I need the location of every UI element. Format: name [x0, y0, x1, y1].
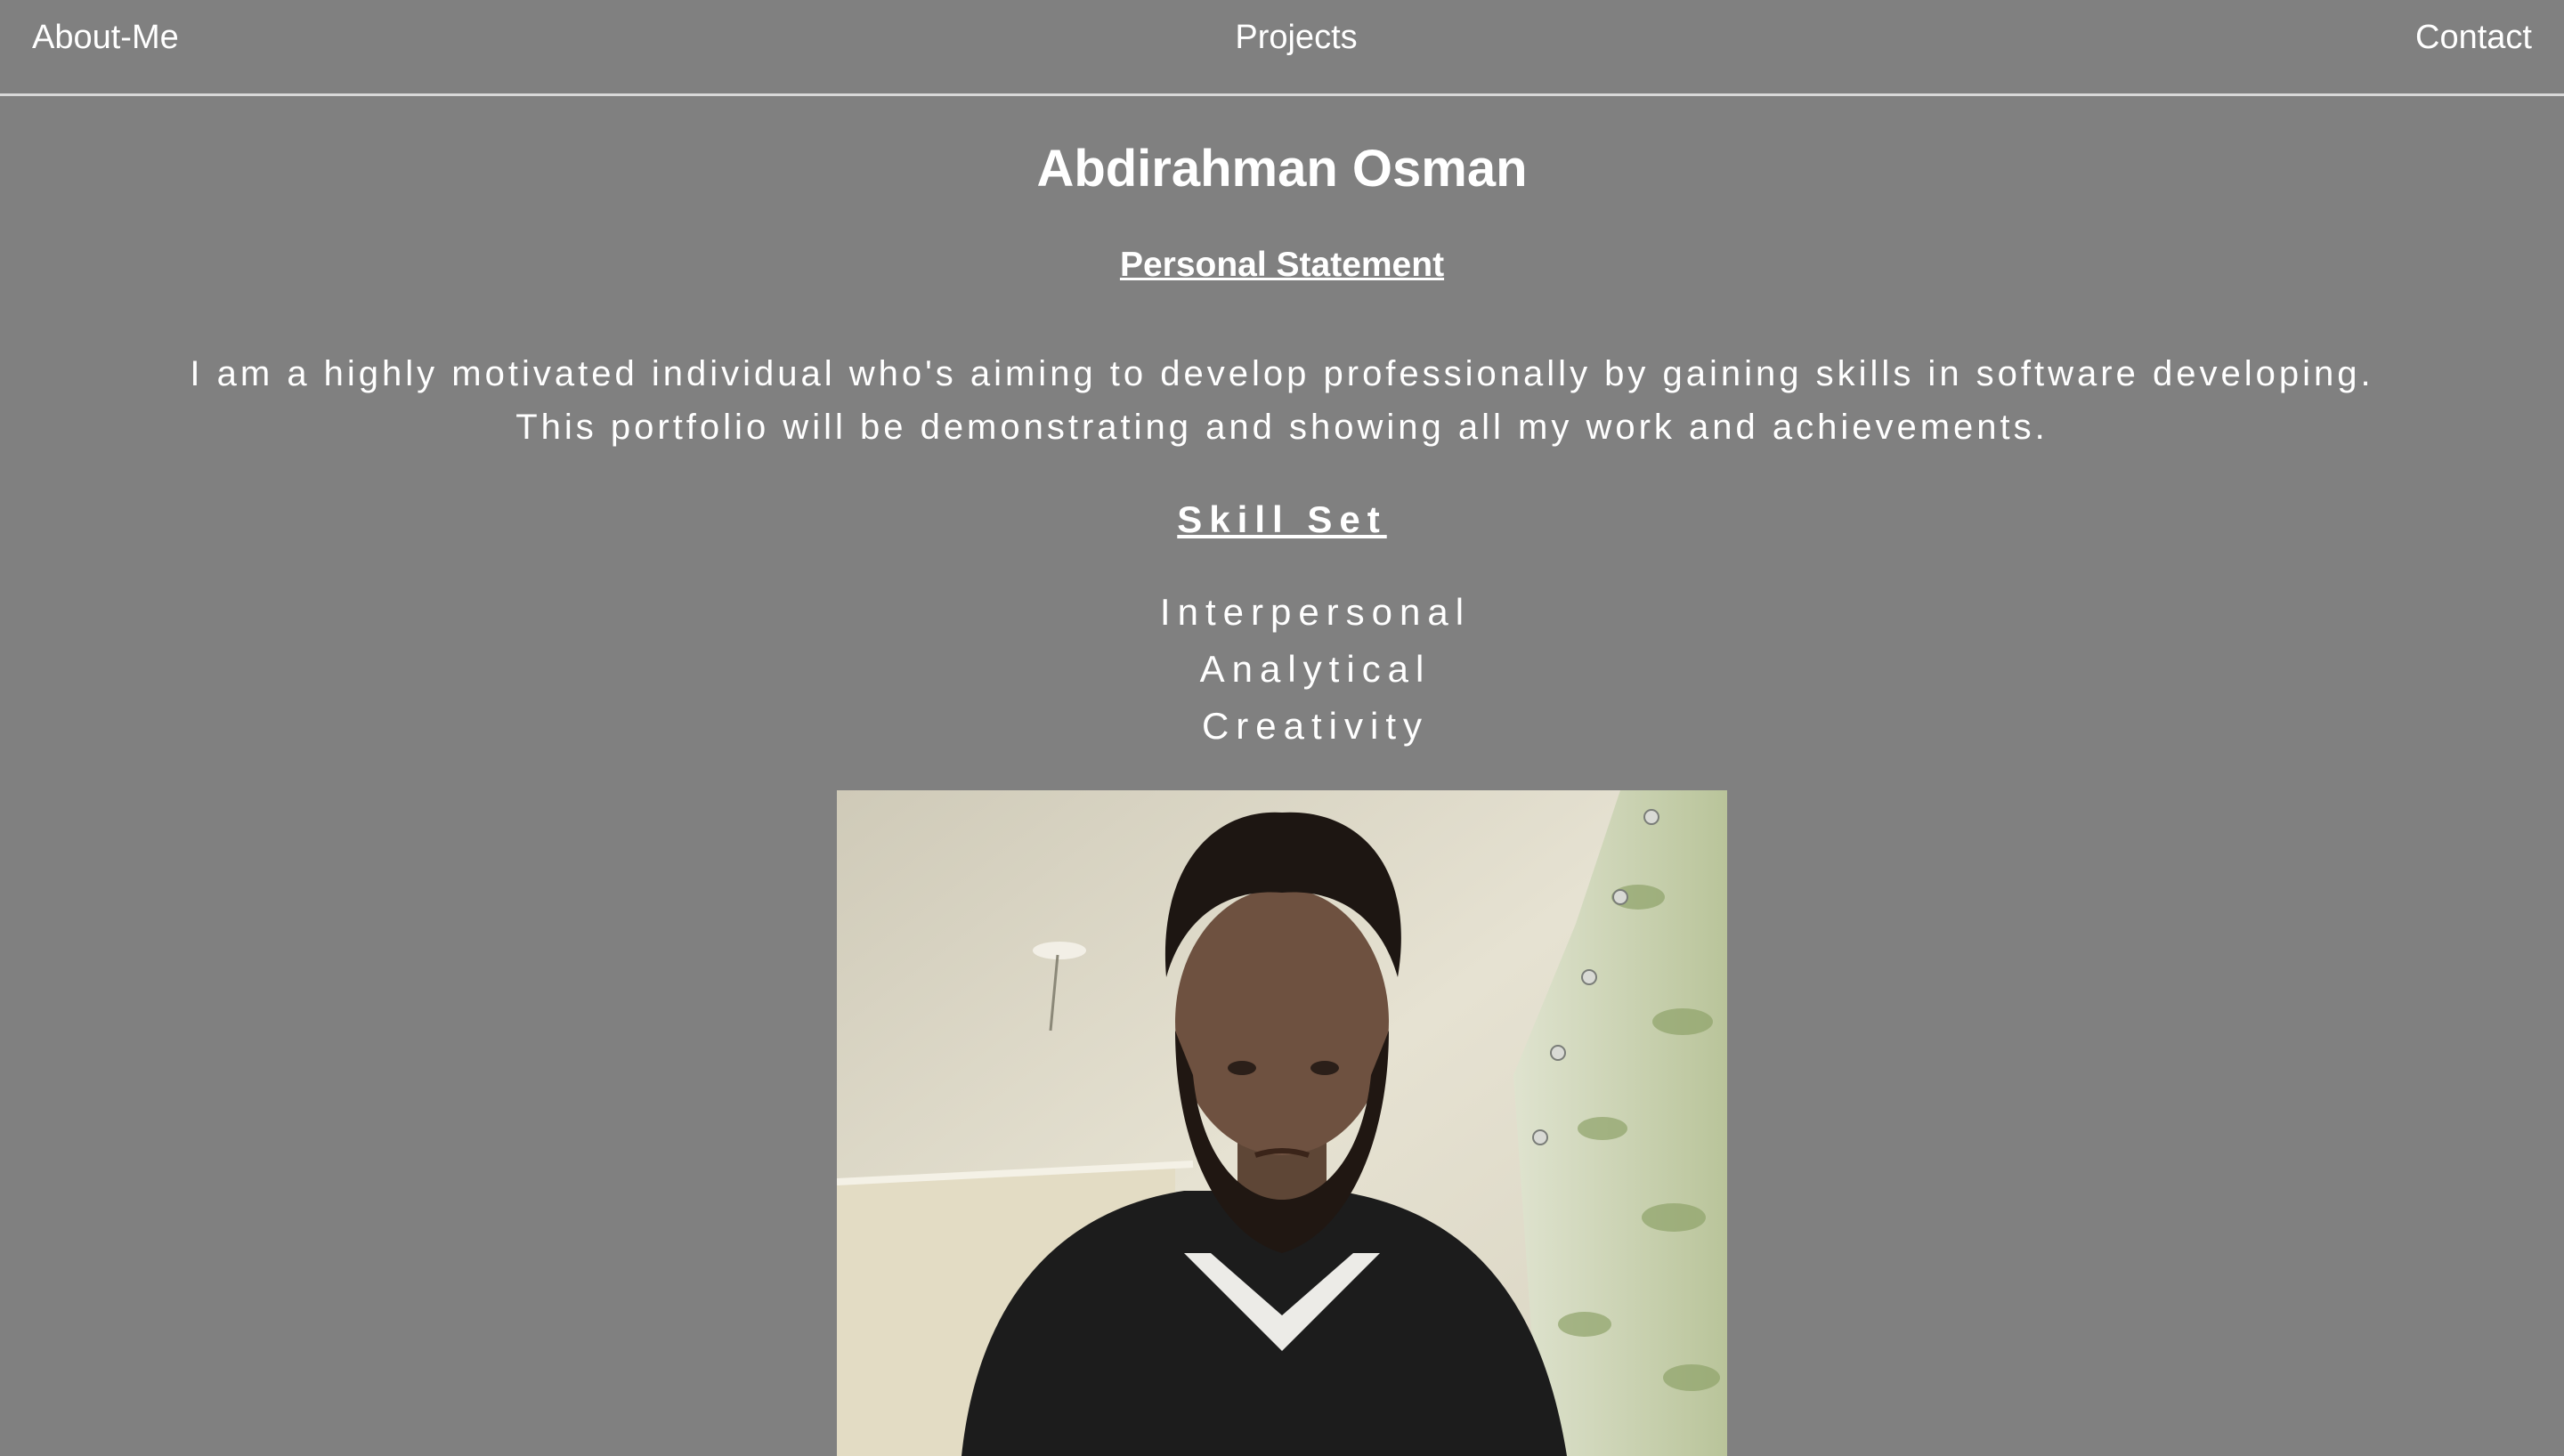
skill-item: Analytical: [1199, 648, 1432, 690]
nav-link-contact[interactable]: Contact: [2415, 16, 2532, 59]
skill-item: Creativity: [1201, 705, 1430, 747]
personal-statement-text: I am a highly motivated individual who's…: [190, 354, 2374, 447]
profile-photo: [837, 790, 1727, 1456]
skill-list: Interpersonal Analytical Creativity: [0, 584, 2564, 755]
nav-link-projects[interactable]: Projects: [0, 16, 2564, 59]
skill-item: Interpersonal: [1159, 591, 1472, 633]
top-navigation: About-Me Projects Contact: [0, 0, 2564, 96]
skill-set-heading: Skill Set: [1177, 498, 1387, 540]
personal-statement-heading: Personal Statement: [1119, 246, 1445, 284]
page-title: Abdirahman Osman: [1036, 140, 1528, 198]
